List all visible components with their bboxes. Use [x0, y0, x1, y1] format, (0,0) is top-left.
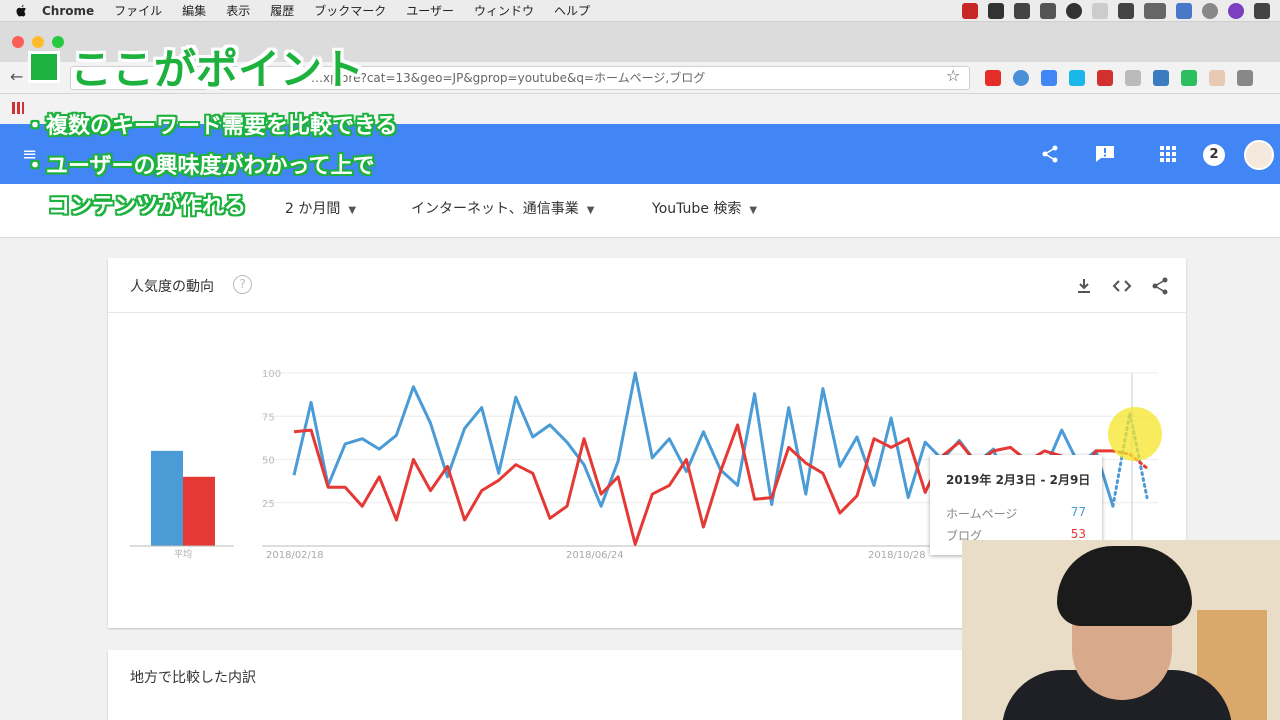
webcam-overlay: [962, 540, 1280, 720]
tooltip-date: 2019年 2月3日 - 2月9日: [946, 473, 1091, 487]
tooltip-row-homepage: ホームページ 77: [946, 505, 1086, 522]
y-tick-label: 100: [262, 369, 281, 380]
tooltip-row-value: 53: [1070, 527, 1086, 541]
y-tick-label: 25: [262, 499, 275, 510]
webcam-person-hair: [1057, 546, 1192, 626]
green-square-icon: [28, 50, 60, 83]
y-tick-label: 75: [262, 412, 275, 423]
average-label: 平均: [174, 548, 192, 560]
overlay-title: ここがポイント: [28, 36, 364, 97]
average-bar: [151, 450, 183, 546]
tooltip-row-label: ホームページ: [946, 507, 1018, 521]
overlay-bullet: ・複数のキーワード需要を比較できる: [24, 114, 398, 139]
x-tick-label: 2018/06/24: [566, 550, 624, 561]
cursor-highlight: [1108, 407, 1162, 461]
y-tick-label: 50: [262, 456, 275, 467]
x-tick-label: 2018/02/18: [266, 550, 324, 561]
overlay-title-text: ここがポイント: [70, 45, 365, 94]
overlay-bullet: コンテンツが作れる: [48, 194, 247, 219]
tooltip-row-value: 77: [1070, 505, 1086, 519]
average-bar: [183, 476, 215, 546]
x-tick-label: 2018/10/28: [868, 550, 926, 561]
overlay-bullet: ・ユーザーの興味度がわかって上で: [24, 154, 375, 179]
card-title: 地方で比較した内訳: [130, 670, 256, 686]
